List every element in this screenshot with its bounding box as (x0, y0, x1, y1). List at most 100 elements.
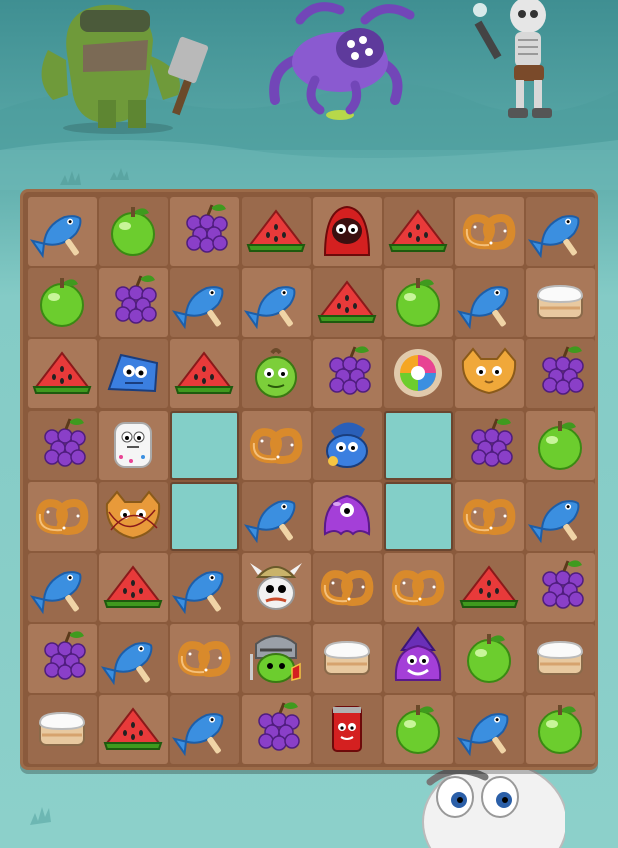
apple-icon (538, 705, 583, 755)
watermelon-icon (103, 565, 163, 608)
board-cell[interactable] (28, 695, 97, 765)
board-cell[interactable] (170, 339, 240, 409)
board-cell[interactable] (312, 410, 382, 480)
board-cell[interactable] (99, 624, 169, 694)
board-cell[interactable] (384, 268, 453, 338)
fish-icon (172, 713, 224, 757)
game-board (20, 189, 598, 770)
board-cell[interactable] (99, 695, 169, 765)
red-hood-monster-icon (323, 205, 370, 256)
purple-jelly-monster-icon (323, 494, 370, 536)
board-cell[interactable] (526, 624, 596, 694)
empty-board-slot (384, 410, 453, 480)
orc-warrior-icon (41, 4, 209, 134)
board-cell[interactable] (455, 481, 525, 551)
empty-board-slot (170, 410, 240, 480)
board-cell[interactable] (28, 268, 97, 338)
board-cell[interactable] (241, 624, 311, 694)
board-cell[interactable] (312, 268, 382, 338)
fish-icon (29, 571, 82, 615)
board-cell[interactable] (455, 553, 525, 622)
board-cell[interactable] (241, 339, 311, 409)
board-cell[interactable] (99, 410, 169, 480)
cake-icon (38, 712, 86, 747)
board-cell[interactable] (526, 553, 596, 622)
board-cell[interactable] (312, 553, 382, 622)
board-cell[interactable] (455, 695, 525, 765)
board-cell[interactable] (241, 695, 311, 765)
watermelon-icon (103, 707, 163, 751)
apple-icon (538, 420, 583, 470)
cake-icon (323, 641, 370, 676)
board-cell[interactable] (312, 197, 382, 266)
fish-icon (243, 499, 296, 544)
board-cell[interactable] (384, 339, 453, 409)
board-cell[interactable] (241, 268, 311, 338)
board-cell[interactable] (312, 339, 382, 409)
board-cell[interactable] (170, 197, 240, 266)
fish-icon (172, 286, 224, 330)
board-cell[interactable] (241, 197, 311, 266)
board-cell[interactable] (28, 339, 97, 409)
board-cell[interactable] (455, 268, 525, 338)
spider-icon (269, 2, 415, 120)
pretzel-icon (463, 214, 516, 250)
watermelon-icon (317, 280, 377, 324)
board-cell[interactable] (28, 410, 97, 480)
board-cell[interactable] (170, 268, 240, 338)
board-cell[interactable] (170, 695, 240, 765)
board-cell[interactable] (99, 339, 169, 409)
watermelon-icon (246, 209, 305, 252)
apple-icon (396, 278, 440, 328)
board-cell[interactable] (312, 624, 382, 694)
board-cell[interactable] (241, 410, 311, 480)
board-cell[interactable] (28, 197, 97, 266)
knight-monster-icon (249, 635, 301, 684)
board-cell[interactable] (526, 695, 596, 765)
apple-icon (40, 278, 84, 328)
cat-pastry-monster-icon (462, 347, 517, 395)
orc-warrior-enemy[interactable] (28, 0, 218, 135)
board-cell[interactable] (28, 624, 97, 694)
board-cell[interactable] (99, 197, 169, 266)
marshmallow-monster-icon (114, 421, 153, 468)
board-cell[interactable] (170, 624, 240, 694)
board-cell[interactable] (384, 553, 453, 622)
board-cell[interactable] (384, 197, 453, 266)
fish-icon (29, 215, 82, 259)
board-cell[interactable] (312, 695, 382, 765)
board-cell[interactable] (241, 553, 311, 622)
board-cell[interactable] (526, 481, 596, 551)
cake-icon (537, 285, 584, 320)
board-cell[interactable] (526, 268, 596, 338)
board-cell[interactable] (28, 481, 97, 551)
grapes-icon (257, 702, 300, 752)
purple-spider-enemy[interactable] (245, 0, 425, 125)
skeleton-icon (473, 0, 552, 118)
board-cell[interactable] (526, 197, 596, 266)
fish-icon (457, 286, 509, 330)
board-cell[interactable] (384, 624, 453, 694)
board-cell[interactable] (28, 553, 97, 622)
board-cell[interactable] (99, 553, 169, 622)
board-cell[interactable] (526, 410, 596, 480)
apple-icon (396, 705, 440, 755)
board-cell[interactable] (455, 624, 525, 694)
fish-icon (528, 499, 580, 544)
board-cell[interactable] (99, 268, 169, 338)
board-cell[interactable] (455, 410, 525, 480)
board-cell[interactable] (170, 553, 240, 622)
apple-icon (111, 207, 156, 256)
grapes-icon (542, 560, 585, 609)
board-cell[interactable] (99, 481, 169, 551)
fish-icon (457, 713, 509, 757)
grapes-icon (471, 418, 513, 467)
board-cell[interactable] (455, 197, 525, 266)
board-cell[interactable] (241, 481, 311, 551)
grapes-icon (44, 418, 86, 467)
board-cell[interactable] (384, 695, 453, 765)
skeleton-enemy[interactable] (470, 0, 580, 125)
board-cell[interactable] (312, 481, 382, 551)
board-cell[interactable] (455, 339, 525, 409)
board-cell[interactable] (526, 339, 596, 409)
